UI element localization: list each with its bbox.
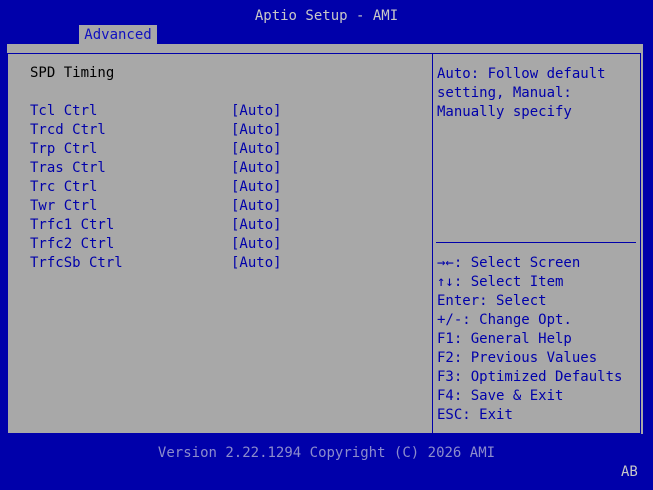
- arrow-left-right-icon: →←: [437, 255, 454, 271]
- key-name: ESC: [437, 407, 463, 423]
- setting-value[interactable]: [Auto]: [231, 179, 282, 196]
- key-hint-general-help: F1: General Help: [437, 331, 572, 348]
- key-hint-exit: ESC: Exit: [437, 407, 513, 424]
- setting-value[interactable]: [Auto]: [231, 160, 282, 177]
- setting-value[interactable]: [Auto]: [231, 103, 282, 120]
- setting-label: Twr Ctrl: [30, 198, 98, 214]
- key-hint-text: : Save & Exit: [453, 388, 564, 404]
- key-hint-text: : Select Item: [453, 274, 564, 290]
- setting-value[interactable]: [Auto]: [231, 255, 282, 272]
- key-hint-enter: Enter: Select: [437, 293, 547, 310]
- key-hint-select-item: ↑↓: Select Item: [437, 274, 563, 291]
- key-hint-text: : Select: [479, 293, 547, 309]
- key-name: F3: [437, 369, 454, 385]
- key-name: F4: [437, 388, 454, 404]
- key-hint-text: : Optimized Defaults: [453, 369, 623, 385]
- key-hint-text: : Change Opt.: [462, 312, 572, 328]
- key-hint-text: : Previous Values: [453, 350, 598, 366]
- section-title: SPD Timing: [30, 65, 115, 81]
- version-footer: Version 2.22.1294 Copyright (C) 2026 AMI: [157, 445, 496, 461]
- setting-row-tras[interactable]: Tras Ctrl [Auto]: [30, 160, 290, 179]
- arrow-up-down-icon: ↑↓: [437, 274, 454, 290]
- setting-label: Trp Ctrl: [30, 141, 98, 157]
- key-hint-text: : General Help: [453, 331, 572, 347]
- header-bar: Aptio Setup - AMI Advanced: [0, 0, 653, 45]
- key-hint-text: : Select Screen: [453, 255, 581, 271]
- setting-row-trcd[interactable]: Trcd Ctrl [Auto]: [30, 122, 290, 141]
- key-hint-optimized-defaults: F3: Optimized Defaults: [437, 369, 622, 386]
- setting-value[interactable]: [Auto]: [231, 122, 282, 139]
- setting-row-trc[interactable]: Trc Ctrl [Auto]: [30, 179, 290, 198]
- key-hint-save-exit: F4: Save & Exit: [437, 388, 563, 405]
- key-hint-select-screen: →←: Select Screen: [437, 255, 580, 272]
- setting-value[interactable]: [Auto]: [231, 141, 282, 158]
- setting-value[interactable]: [Auto]: [231, 217, 282, 234]
- key-name: F2: [437, 350, 454, 366]
- setting-row-twr[interactable]: Twr Ctrl [Auto]: [30, 198, 290, 217]
- setting-label: TrfcSb Ctrl: [30, 255, 123, 271]
- setting-row-trp[interactable]: Trp Ctrl [Auto]: [30, 141, 290, 160]
- setting-label: Tcl Ctrl: [30, 103, 98, 119]
- setting-label: Trc Ctrl: [30, 179, 98, 195]
- key-hint-text: : Exit: [462, 407, 513, 423]
- setting-label: Tras Ctrl: [30, 160, 106, 176]
- setting-value[interactable]: [Auto]: [231, 236, 282, 253]
- key-hint-previous-values: F2: Previous Values: [437, 350, 597, 367]
- help-divider: [436, 242, 636, 243]
- setting-label: Trfc1 Ctrl: [30, 217, 115, 233]
- setting-row-trfc1[interactable]: Trfc1 Ctrl [Auto]: [30, 217, 290, 236]
- key-hint-change-opt: +/-: Change Opt.: [437, 312, 572, 329]
- setting-row-trfcsb[interactable]: TrfcSb Ctrl [Auto]: [30, 255, 290, 274]
- tab-advanced[interactable]: Advanced: [79, 25, 157, 45]
- key-name: F1: [437, 331, 454, 347]
- window-title: Aptio Setup - AMI: [254, 8, 399, 24]
- setting-label: Trcd Ctrl: [30, 122, 106, 138]
- corner-badge: AB: [621, 464, 638, 480]
- key-name: +/-: [437, 312, 463, 328]
- help-text: Auto: Follow default setting, Manual: Ma…: [437, 66, 606, 120]
- key-name: Enter: [437, 293, 480, 309]
- setting-value[interactable]: [Auto]: [231, 198, 282, 215]
- bios-screen: Aptio Setup - AMI Advanced SPD Timing Tc…: [0, 0, 653, 490]
- setting-label: Trfc2 Ctrl: [30, 236, 115, 252]
- setting-row-tcl[interactable]: Tcl Ctrl [Auto]: [30, 103, 290, 122]
- setting-row-trfc2[interactable]: Trfc2 Ctrl [Auto]: [30, 236, 290, 255]
